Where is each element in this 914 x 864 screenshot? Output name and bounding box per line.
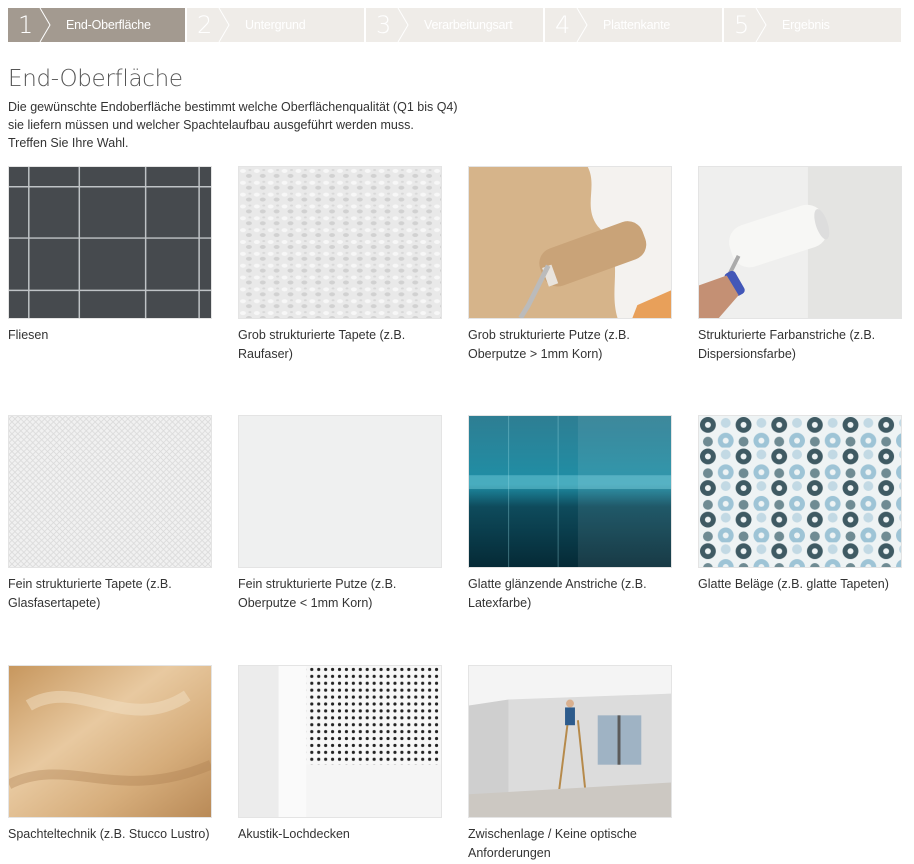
roller-white-paint-image bbox=[698, 166, 902, 319]
step-2[interactable]: 2 Untergrund bbox=[185, 8, 364, 42]
fiberglass-wallpaper-image bbox=[8, 415, 212, 568]
chevron-right-icon bbox=[218, 8, 230, 42]
chevron-right-icon bbox=[576, 8, 588, 42]
option-label: Zwischenlage / Keine optische Anforderun… bbox=[468, 827, 637, 860]
step-label: Untergrund bbox=[245, 18, 306, 32]
option-tile-fliesen[interactable]: Fliesen bbox=[8, 166, 212, 345]
smooth-white-plaster-image bbox=[238, 415, 442, 568]
step-label: End-Oberfläche bbox=[66, 18, 151, 32]
step-label: Ergebnis bbox=[782, 18, 830, 32]
option-label: Akustik-Lochdecken bbox=[238, 827, 350, 841]
perforated-acoustic-ceiling-image bbox=[238, 665, 442, 818]
page-title: End-Oberfläche bbox=[8, 66, 183, 92]
step-4[interactable]: 4 Plattenkante bbox=[543, 8, 722, 42]
flower-pattern-wallpaper-image bbox=[698, 415, 902, 568]
chevron-right-icon bbox=[755, 8, 767, 42]
option-tile-grob-putze[interactable]: Grob strukturierte Putze (z.B. Oberputze… bbox=[468, 166, 672, 364]
page-description: Die gewünschte Endoberfläche bestimmt we… bbox=[8, 98, 468, 152]
option-label: Fein strukturierte Putze (z.B. Oberputze… bbox=[238, 577, 397, 610]
drywall-construction-room-image bbox=[468, 665, 672, 818]
option-tile-glasfasertapete[interactable]: Fein strukturierte Tapete (z.B. Glasfase… bbox=[8, 415, 212, 613]
option-tile-akustik[interactable]: Akustik-Lochdecken bbox=[238, 665, 442, 844]
description-line: sie liefern müssen und welcher Spachtela… bbox=[8, 118, 414, 132]
step-1[interactable]: 1 End-Oberfläche bbox=[8, 8, 185, 42]
description-line: Treffen Sie Ihre Wahl. bbox=[8, 136, 129, 150]
option-label: Glatte Beläge (z.B. glatte Tapeten) bbox=[698, 577, 889, 591]
option-tile-farbanstriche[interactable]: Strukturierte Farbanstriche (z.B. Disper… bbox=[698, 166, 902, 364]
chevron-right-icon bbox=[39, 8, 51, 42]
description-line: Die gewünschte Endoberfläche bestimmt we… bbox=[8, 100, 458, 114]
option-label: Grob strukturierte Tapete (z.B. Raufaser… bbox=[238, 328, 406, 361]
option-tile-glatte-belaege[interactable]: Glatte Beläge (z.B. glatte Tapeten) bbox=[698, 415, 902, 594]
step-3[interactable]: 3 Verarbeitungsart bbox=[364, 8, 543, 42]
dark-tile-wall-image bbox=[8, 166, 212, 319]
woodchip-wallpaper-image bbox=[238, 166, 442, 319]
option-label: Grob strukturierte Putze (z.B. Oberputze… bbox=[468, 328, 630, 361]
option-label: Fliesen bbox=[8, 328, 49, 342]
option-tile-latexfarbe[interactable]: Glatte glänzende Anstriche (z.B. Latexfa… bbox=[468, 415, 672, 613]
option-label: Fein strukturierte Tapete (z.B. Glasfase… bbox=[8, 577, 172, 610]
option-label: Spachteltechnik (z.B. Stucco Lustro) bbox=[8, 827, 210, 841]
option-tile-fein-putze[interactable]: Fein strukturierte Putze (z.B. Oberputze… bbox=[238, 415, 442, 613]
stucco-lustro-surface-image bbox=[8, 665, 212, 818]
chevron-right-icon bbox=[397, 8, 409, 42]
option-label: Glatte glänzende Anstriche (z.B. Latexfa… bbox=[468, 577, 647, 610]
step-label: Plattenkante bbox=[603, 18, 671, 32]
option-tile-stucco[interactable]: Spachteltechnik (z.B. Stucco Lustro) bbox=[8, 665, 212, 844]
option-tile-raufaser[interactable]: Grob strukturierte Tapete (z.B. Raufaser… bbox=[238, 166, 442, 364]
option-tile-zwischenlage[interactable]: Zwischenlage / Keine optische Anforderun… bbox=[468, 665, 672, 863]
step-label: Verarbeitungsart bbox=[424, 18, 513, 32]
glossy-teal-wall-image bbox=[468, 415, 672, 568]
option-label: Strukturierte Farbanstriche (z.B. Disper… bbox=[698, 328, 876, 361]
roller-beige-plaster-image bbox=[468, 166, 672, 319]
wizard-steps: 1 End-Oberfläche 2 Untergrund 3 Verarbei… bbox=[8, 8, 901, 42]
step-5[interactable]: 5 Ergebnis bbox=[722, 8, 901, 42]
